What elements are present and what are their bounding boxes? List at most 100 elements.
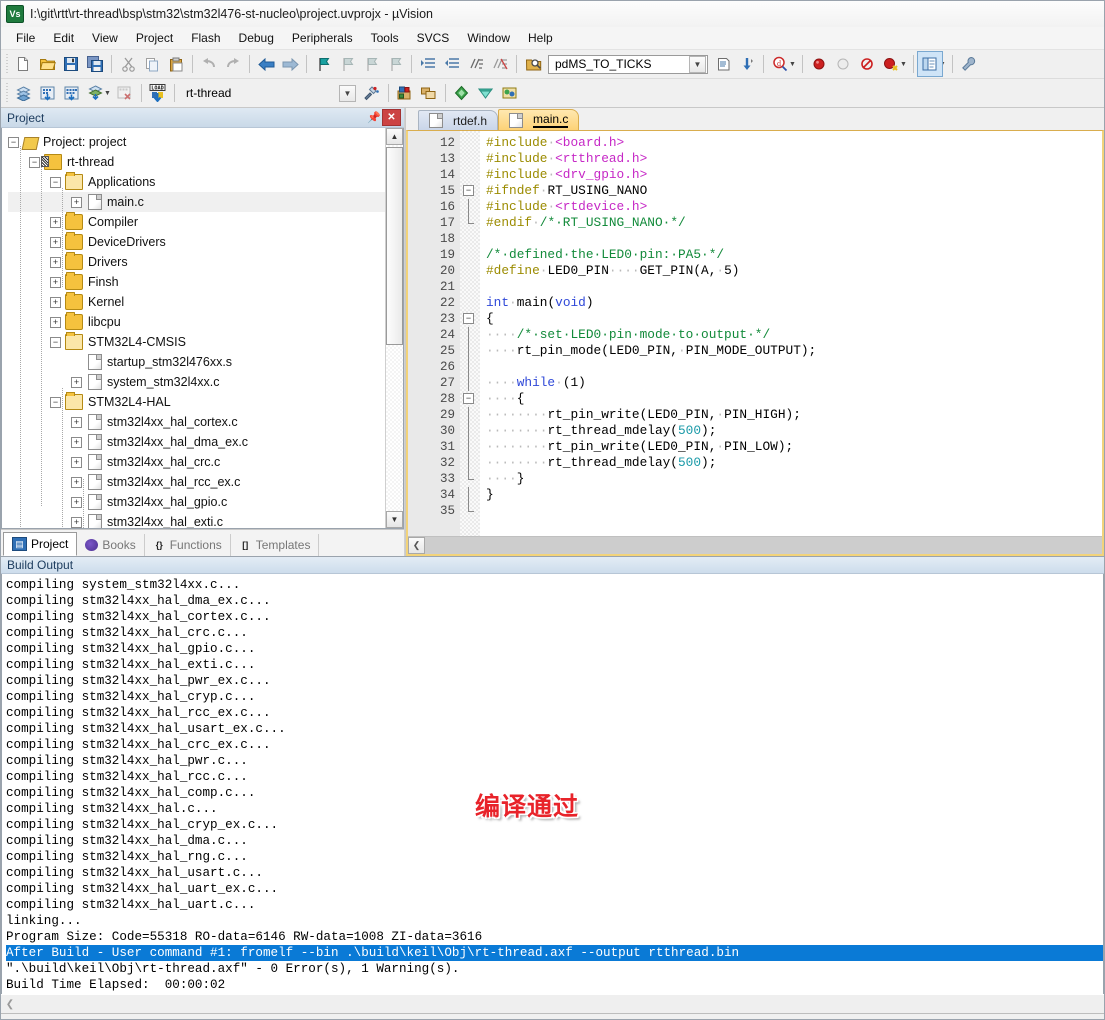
menu-item-window[interactable]: Window — [458, 29, 519, 47]
menu-item-svcs[interactable]: SVCS — [408, 29, 459, 47]
expand-icon[interactable]: + — [71, 496, 82, 508]
build-output-line[interactable]: compiling stm32l4xx_hal_pwr.c... — [6, 753, 1103, 769]
code-text[interactable]: #include·<board.h> #include·<rtthread.h> #… — [480, 131, 1102, 536]
menu-item-help[interactable]: Help — [519, 29, 562, 47]
bookmark-clear-icon[interactable] — [383, 52, 407, 76]
tree-item-stm32l4xx_hal_exti.c[interactable]: + stm32l4xx_hal_exti.c — [8, 512, 385, 528]
build-output-line[interactable]: compiling stm32l4xx_hal_pwr_ex.c... — [6, 673, 1103, 689]
menu-item-debug[interactable]: Debug — [230, 29, 283, 47]
scrollbar-thumb[interactable] — [386, 147, 403, 345]
build-output-line[interactable]: ".\build\keil\Obj\rt-thread.axf" - 0 Err… — [6, 961, 1103, 977]
fold-collapse-icon[interactable]: − — [463, 185, 474, 196]
expand-icon[interactable]: + — [50, 276, 61, 288]
fold-collapse-icon[interactable]: − — [463, 313, 474, 324]
tree-item-devicedrivers[interactable]: + DeviceDrivers — [8, 232, 385, 252]
manage-runtime-environment-icon[interactable] — [474, 81, 498, 105]
collapse-icon[interactable]: − — [50, 176, 61, 188]
tree-item-kernel[interactable]: + Kernel — [8, 292, 385, 312]
new-file-icon[interactable] — [11, 52, 35, 76]
fold-collapse-icon[interactable]: − — [463, 393, 474, 404]
disable-breakpoint-icon[interactable] — [831, 52, 855, 76]
enable-breakpoint-icon[interactable] — [879, 52, 903, 76]
expand-icon[interactable]: + — [71, 476, 82, 488]
redo-icon[interactable] — [221, 52, 245, 76]
build-output-line[interactable]: linking... — [6, 913, 1103, 929]
build-output-line[interactable]: compiling stm32l4xx_hal_dma_ex.c... — [6, 593, 1103, 609]
kill-all-breakpoints-icon[interactable] — [855, 52, 879, 76]
menu-item-tools[interactable]: Tools — [362, 29, 408, 47]
find-in-files-icon[interactable] — [521, 52, 545, 76]
pack-installer-icon[interactable] — [450, 81, 474, 105]
load-download-icon[interactable]: LOAD — [146, 81, 170, 105]
build-output-line[interactable]: compiling stm32l4xx_hal_gpio.c... — [6, 641, 1103, 657]
menu-item-peripherals[interactable]: Peripherals — [283, 29, 362, 47]
toolbar-grip[interactable] — [5, 54, 9, 74]
tree-item-main.c[interactable]: + main.c — [8, 192, 385, 212]
tree-item-stm32l4xx_hal_cortex.c[interactable]: + stm32l4xx_hal_cortex.c — [8, 412, 385, 432]
insert-breakpoint-icon[interactable] — [807, 52, 831, 76]
build-output-line[interactable]: compiling stm32l4xx_hal_cortex.c... — [6, 609, 1103, 625]
collapse-icon[interactable]: − — [8, 136, 19, 148]
expand-icon[interactable]: + — [71, 196, 82, 208]
bookmark-toggle-icon[interactable] — [311, 52, 335, 76]
configure-target-icon[interactable] — [957, 52, 981, 76]
build-output-line[interactable]: compiling stm32l4xx_hal_exti.c... — [6, 657, 1103, 673]
build-icon[interactable] — [35, 81, 59, 105]
save-icon[interactable] — [59, 52, 83, 76]
editor-tab-main-c[interactable]: main.c — [498, 109, 580, 130]
build-output-line[interactable]: compiling stm32l4xx_hal.c... — [6, 801, 1103, 817]
goto-icon[interactable] — [735, 52, 759, 76]
build-output-line[interactable]: compiling stm32l4xx_hal_usart.c... — [6, 865, 1103, 881]
fold-cell[interactable]: − — [460, 391, 480, 407]
debug-query-icon[interactable]: d — [768, 52, 792, 76]
translate-icon[interactable] — [11, 81, 35, 105]
panel-tab-functions[interactable]: {} Functions — [145, 534, 231, 556]
outdent-icon[interactable] — [440, 52, 464, 76]
manage-project-items-icon[interactable] — [393, 81, 417, 105]
menu-item-project[interactable]: Project — [127, 29, 182, 47]
chevron-down-icon[interactable]: ▼ — [689, 55, 706, 73]
build-output-line[interactable]: compiling stm32l4xx_hal_cryp.c... — [6, 689, 1103, 705]
menu-item-view[interactable]: View — [83, 29, 127, 47]
expand-icon[interactable]: + — [71, 516, 82, 528]
scrollbar-track[interactable] — [19, 995, 1104, 1013]
build-output-line[interactable]: compiling stm32l4xx_hal_cryp_ex.c... — [6, 817, 1103, 833]
target-options-icon[interactable] — [360, 81, 384, 105]
build-output-line[interactable]: compiling stm32l4xx_hal_crc.c... — [6, 625, 1103, 641]
collapse-icon[interactable]: − — [50, 396, 61, 408]
fold-cell[interactable]: − — [460, 311, 480, 327]
build-output-line[interactable]: compiling stm32l4xx_hal_usart_ex.c... — [6, 721, 1103, 737]
collapse-icon[interactable]: − — [29, 156, 40, 168]
navigate-forward-icon[interactable] — [278, 52, 302, 76]
tree-item-applications[interactable]: − Applications — [8, 172, 385, 192]
multi-project-icon[interactable] — [417, 81, 441, 105]
scrollbar-track[interactable] — [386, 145, 403, 511]
build-output-line-selected[interactable]: After Build - User command #1: fromelf -… — [6, 945, 1103, 961]
panel-tab-templates[interactable]: [] Templates — [231, 534, 320, 556]
scroll-down-icon[interactable]: ▼ — [386, 511, 403, 528]
toolbar-grip[interactable] — [5, 83, 9, 103]
fold-column[interactable]: − − − — [460, 131, 480, 536]
tree-item-stm32l4-hal[interactable]: − STM32L4-HAL — [8, 392, 385, 412]
panel-tab-books[interactable]: Books — [77, 534, 145, 556]
select-software-packs-icon[interactable] — [498, 81, 522, 105]
build-output-line[interactable]: compiling stm32l4xx_hal_rng.c... — [6, 849, 1103, 865]
menu-item-file[interactable]: File — [7, 29, 44, 47]
build-output-line[interactable]: compiling stm32l4xx_hal_crc_ex.c... — [6, 737, 1103, 753]
cut-icon[interactable] — [116, 52, 140, 76]
window-layout-icon[interactable] — [916, 51, 943, 77]
fold-cell[interactable]: − — [460, 183, 480, 199]
scroll-up-icon[interactable]: ▲ — [386, 128, 403, 145]
expand-icon[interactable]: + — [50, 316, 61, 328]
build-output-line[interactable]: Build Time Elapsed: 00:00:02 — [6, 977, 1103, 993]
tree-item-stm32l4xx_hal_rcc_ex.c[interactable]: + stm32l4xx_hal_rcc_ex.c — [8, 472, 385, 492]
undo-icon[interactable] — [197, 52, 221, 76]
editor-horizontal-scrollbar[interactable]: ❮ — [408, 536, 1102, 554]
project-tree-scrollbar[interactable]: ▲ ▼ — [385, 128, 403, 528]
project-tree[interactable]: − Project: project − rt-thread − Applications… — [2, 128, 385, 528]
tree-item-stm32l4xx_hal_dma_ex.c[interactable]: + stm32l4xx_hal_dma_ex.c — [8, 432, 385, 452]
copy-icon[interactable] — [140, 52, 164, 76]
expand-icon[interactable]: + — [50, 216, 61, 228]
tree-item-project-project[interactable]: − Project: project — [8, 132, 385, 152]
tree-item-rt-thread[interactable]: − rt-thread — [8, 152, 385, 172]
